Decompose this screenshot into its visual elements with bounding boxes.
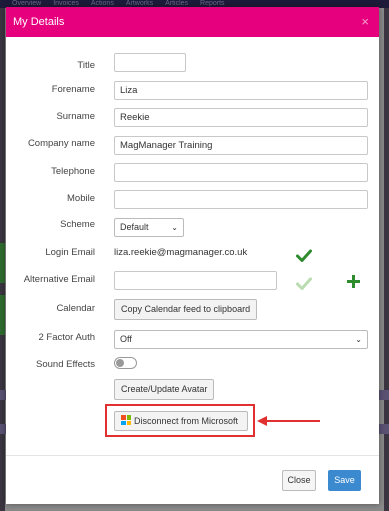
background-green-marker (0, 243, 5, 283)
footer-divider (6, 455, 379, 456)
save-button[interactable]: Save (328, 470, 361, 491)
company-name-input[interactable] (114, 136, 368, 155)
alternative-email-input[interactable] (114, 271, 277, 290)
surname-input[interactable] (114, 108, 368, 127)
sound-effects-toggle[interactable] (114, 357, 137, 369)
two-factor-value: Off (120, 334, 132, 344)
disconnect-microsoft-label: Disconnect from Microsoft (134, 416, 239, 426)
login-email-label: Login Email (45, 247, 95, 258)
chevron-down-icon: ⌄ (171, 223, 178, 232)
toggle-knob (116, 359, 124, 367)
calendar-label: Calendar (56, 303, 95, 314)
forename-input[interactable] (114, 81, 368, 100)
add-email-plus-icon[interactable] (347, 275, 360, 288)
login-email-value: liza.reekie@magmanager.co.uk (114, 247, 248, 258)
modal-title: My Details (13, 16, 65, 28)
close-button[interactable]: Close (282, 470, 316, 491)
create-avatar-button[interactable]: Create/Update Avatar (114, 379, 215, 400)
annotation-arrow-icon (257, 416, 320, 426)
mobile-label: Mobile (67, 193, 95, 204)
two-factor-select[interactable]: Off ⌄ (114, 330, 368, 349)
company-name-label: Company name (27, 138, 95, 149)
microsoft-logo-icon (121, 415, 131, 425)
title-input[interactable] (114, 53, 186, 72)
surname-label: Surname (56, 111, 95, 122)
two-factor-label: 2 Factor Auth (38, 332, 95, 343)
scheme-label: Scheme (60, 219, 95, 230)
alternative-email-label: Alternative Email (23, 274, 95, 285)
close-icon[interactable]: × (361, 14, 369, 29)
scheme-select[interactable]: Default ⌄ (114, 218, 184, 237)
sound-effects-label: Sound Effects (36, 359, 95, 370)
unverified-check-icon (296, 277, 312, 290)
background-green-marker (0, 295, 5, 335)
background-right-edge (384, 8, 389, 511)
mobile-input[interactable] (114, 190, 368, 209)
telephone-input[interactable] (114, 163, 368, 182)
scheme-value: Default (120, 222, 149, 232)
my-details-modal: My Details × Title Forename Surname Comp… (6, 7, 379, 504)
chevron-down-icon: ⌄ (355, 335, 362, 344)
verified-check-icon (296, 249, 312, 262)
forename-label: Forename (51, 84, 95, 95)
telephone-label: Telephone (51, 166, 95, 177)
disconnect-microsoft-button[interactable]: Disconnect from Microsoft (114, 411, 248, 431)
title-label: Title (77, 60, 95, 71)
copy-calendar-button[interactable]: Copy Calendar feed to clipboard (114, 299, 258, 320)
modal-header: My Details × (6, 7, 379, 37)
